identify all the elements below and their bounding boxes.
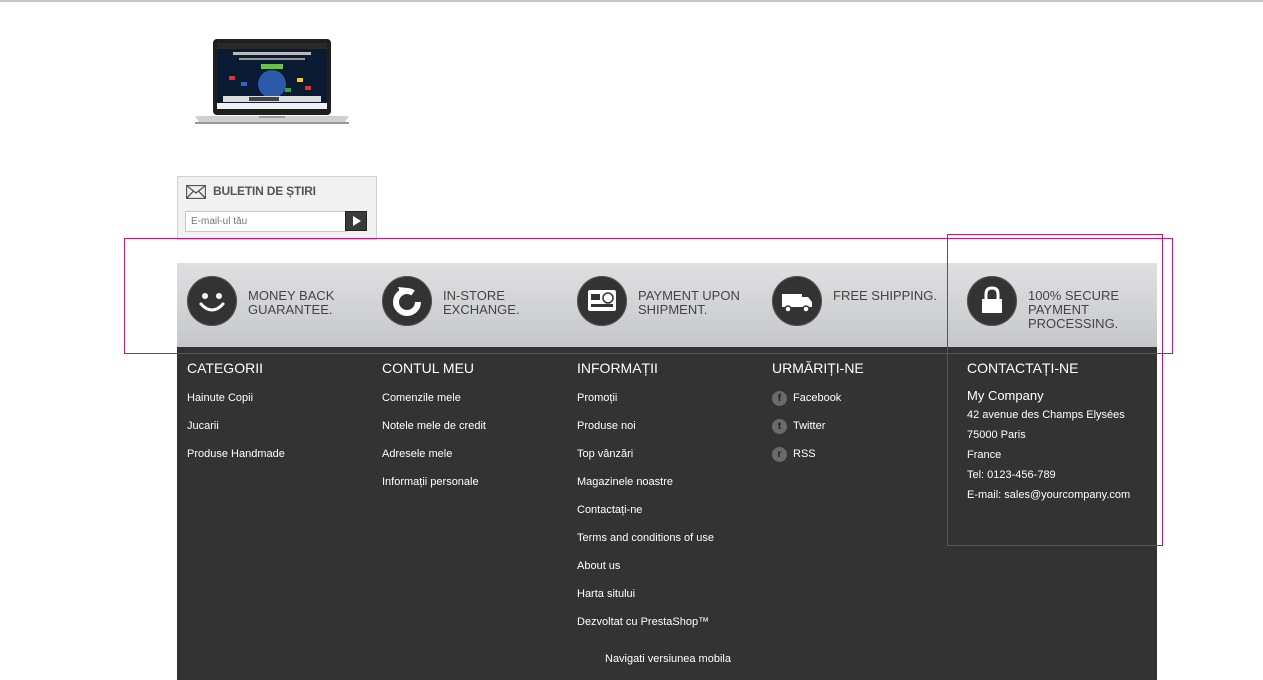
footer-heading-follow: URMĂRIȚI-NE <box>772 360 864 376</box>
newsletter-title: BULETIN DE ȘTIRI <box>213 184 316 198</box>
reassurance-text: Payment upon shipment. <box>638 288 740 317</box>
reassurance-text: In-store exchange. <box>443 288 520 317</box>
footer: CATEGORII Hainute Copii Jucarii Produse … <box>177 347 1157 680</box>
twitter-icon: t <box>772 419 787 434</box>
newsletter-email-input[interactable] <box>185 211 347 232</box>
truck-icon <box>782 294 812 313</box>
footer-link[interactable]: Comenzile mele <box>382 392 486 420</box>
rss-icon: r <box>772 447 787 462</box>
social-link-rss[interactable]: r RSS <box>772 447 841 476</box>
envelope-icon <box>186 185 206 199</box>
footer-link[interactable]: Top vânzări <box>577 448 714 476</box>
footer-heading-info: INFORMAȚII <box>577 360 658 376</box>
footer-heading-categories: CATEGORII <box>187 360 263 376</box>
footer-link[interactable]: Produse Handmade <box>187 448 285 476</box>
reassurance-text: Free Shipping. <box>833 288 938 303</box>
reassurance-text: Money back guarantee. <box>248 288 335 317</box>
lock-icon <box>982 286 1002 313</box>
footer-link[interactable]: Notele mele de credit <box>382 420 486 448</box>
footer-heading-account: CONTUL MEU <box>382 360 475 376</box>
company-name: My Company <box>967 388 1044 403</box>
facebook-icon: f <box>772 391 787 406</box>
smiley-icon <box>199 293 225 312</box>
social-link-twitter[interactable]: t Twitter <box>772 419 841 448</box>
footer-link[interactable]: Harta sitului <box>577 588 714 616</box>
reassurance-text: 100% secure payment processing. <box>1028 288 1120 331</box>
contact-city: 75000 Paris <box>967 429 1026 441</box>
footer-link[interactable]: Dezvoltat cu PrestaShop™ <box>577 616 714 644</box>
footer-link[interactable]: Produse noi <box>577 420 714 448</box>
footer-link[interactable]: Magazinele noastre <box>577 476 714 504</box>
contact-address: 42 avenue des Champs Elysées <box>967 409 1125 421</box>
footer-heading-contact: CONTACTAȚI-NE <box>967 360 1079 376</box>
footer-link[interactable]: Promoții <box>577 392 714 420</box>
newsletter-submit-button[interactable] <box>345 211 367 231</box>
footer-link[interactable]: About us <box>577 560 714 588</box>
card-icon <box>588 290 616 311</box>
reassurance-bar: Money back guarantee. In-store exchange.… <box>177 263 1157 347</box>
laptop-ad-image[interactable] <box>193 38 351 126</box>
mobile-version-link[interactable]: Navigati versiunea mobila <box>605 653 731 665</box>
contact-country: France <box>967 449 1002 461</box>
newsletter-block: BULETIN DE ȘTIRI <box>177 176 377 240</box>
footer-link[interactable]: Jucarii <box>187 420 285 448</box>
footer-link[interactable]: Informații personale <box>382 476 486 504</box>
refresh-icon <box>393 287 421 316</box>
footer-link[interactable]: Terms and conditions of use <box>577 532 714 560</box>
footer-link[interactable]: Adresele mele <box>382 448 486 476</box>
contact-email[interactable]: E-mail: sales@yourcompany.com <box>967 489 1130 509</box>
footer-link[interactable]: Contactați-ne <box>577 504 714 532</box>
top-rule <box>0 0 1263 2</box>
footer-link[interactable]: Hainute Copii <box>187 392 285 420</box>
social-link-facebook[interactable]: f Facebook <box>772 391 841 420</box>
contact-phone: Tel: 0123-456-789 <box>967 469 1056 481</box>
